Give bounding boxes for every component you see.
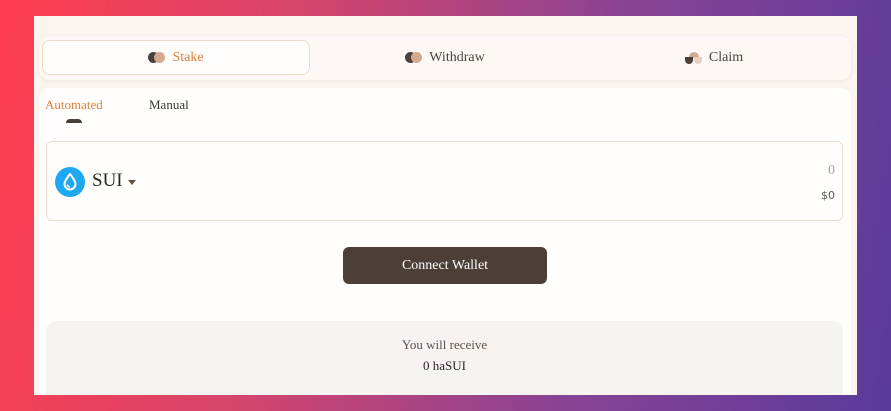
receive-value: 0 haSUI — [423, 358, 466, 373]
amount-value[interactable]: 0 — [828, 163, 835, 179]
mode-tab-manual[interactable]: Manual — [149, 97, 189, 113]
tab-withdraw[interactable]: Withdraw — [311, 40, 579, 75]
tab-withdraw-label: Withdraw — [429, 49, 485, 65]
chevron-down-icon[interactable] — [128, 180, 136, 185]
tab-claim[interactable]: Claim — [580, 40, 848, 75]
active-mode-indicator — [66, 119, 82, 123]
tab-claim-label: Claim — [708, 49, 744, 65]
receive-summary: You will receive 0 haSUI — [46, 321, 843, 395]
stake-icon — [148, 51, 166, 64]
sui-droplet-icon — [55, 167, 85, 197]
usd-value: $0 — [821, 189, 835, 202]
connect-wallet-button[interactable]: Connect Wallet — [343, 247, 547, 284]
tab-stake-label: Stake — [172, 49, 204, 65]
mode-tab-automated[interactable]: Automated — [45, 97, 103, 113]
token-select[interactable]: SUI — [92, 170, 123, 192]
withdraw-icon — [405, 51, 423, 64]
staking-page: Stake Withdraw Claim Automated Manual SU… — [34, 16, 857, 395]
stake-amount-input[interactable]: SUI 0 $0 — [46, 141, 843, 221]
receive-label: You will receive — [401, 337, 488, 352]
tab-stake[interactable]: Stake — [42, 40, 310, 75]
stake-panel: Automated Manual SUI 0 $0 Connect Wallet… — [39, 88, 851, 395]
claim-icon — [684, 51, 703, 64]
action-tabs: Stake Withdraw Claim — [39, 36, 851, 80]
